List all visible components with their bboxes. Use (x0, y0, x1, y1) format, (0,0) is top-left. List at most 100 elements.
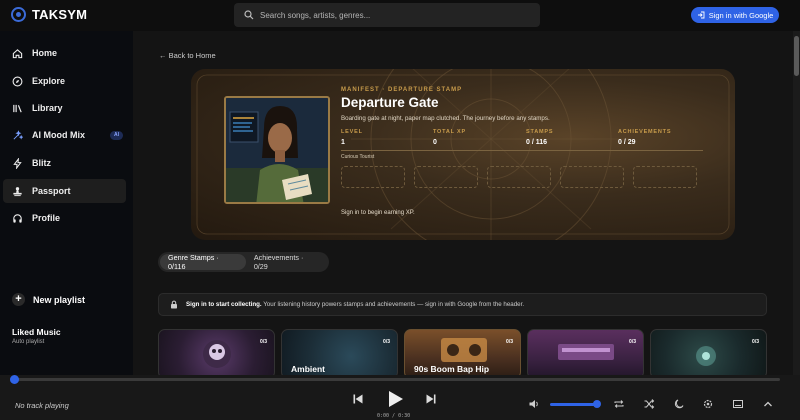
gear-icon (703, 399, 713, 409)
signin-notice: Sign in to start collecting. Your listen… (158, 293, 767, 316)
settings-button[interactable] (702, 398, 714, 410)
stat-level-label: LEVEL (341, 129, 363, 135)
liked-music-title[interactable]: Liked Music (12, 327, 61, 337)
library-icon (13, 104, 22, 112)
genre-card[interactable]: 0/3 (527, 329, 644, 375)
search-bar[interactable] (234, 3, 540, 27)
orb-icon (696, 346, 716, 366)
sidebar-item-label: Explore (32, 76, 66, 86)
sidebar-item-explore[interactable]: Explore (3, 69, 126, 93)
sidebar-item-label: Profile (32, 213, 61, 223)
top-bar: TAKSYM Sign in with Google (0, 0, 800, 31)
volume-icon (529, 400, 538, 408)
stamp-icon (13, 186, 22, 196)
scrollbar-thumb[interactable] (794, 36, 799, 76)
main-scrollbar[interactable] (793, 31, 800, 375)
next-button[interactable] (425, 393, 437, 405)
rank-label: Curious Tourist (341, 154, 375, 160)
sparkle-icon (13, 129, 23, 139)
repeat-icon (614, 400, 624, 408)
home-icon (12, 48, 23, 58)
banner-title: Departure Gate (341, 95, 439, 110)
app-name: TAKSYM (32, 7, 88, 22)
xp-progress-bar (341, 150, 703, 151)
sidebar-item-passport[interactable]: Passport (3, 179, 126, 203)
sidebar-item-home[interactable]: Home (3, 41, 126, 65)
previous-button[interactable] (352, 393, 364, 405)
chevron-up-icon (764, 401, 772, 407)
stamp-slot (341, 166, 405, 188)
card-count: 0/3 (383, 339, 390, 345)
stamp-slot (560, 166, 624, 188)
stat-achievements-label: ACHIEVEMENTS (618, 129, 672, 135)
stat-level-value: 1 (341, 139, 345, 146)
sleep-timer-button[interactable] (673, 398, 685, 410)
main-content: ← Back to Home MANIFEST · DEPARTURE STAM… (133, 31, 793, 375)
genre-card[interactable]: 0/3 (650, 329, 767, 375)
stamp-slot (414, 166, 478, 188)
genre-card[interactable]: 0/3 Ambient (281, 329, 398, 375)
banner-subtitle: Boarding gate at night, paper map clutch… (341, 115, 550, 122)
stat-xp-value: 0 (433, 139, 437, 146)
skip-next-icon (426, 394, 436, 404)
miniplayer-button[interactable] (732, 398, 744, 410)
card-label: 90s Boom Bap Hip (414, 364, 490, 374)
moon-icon (674, 399, 684, 409)
passport-tabs: Genre Stamps · 0/116 Achievements · 0/29 (158, 252, 329, 272)
sidebar-item-label: Blitz (32, 158, 51, 168)
stamp-slot (633, 166, 697, 188)
sidebar-item-library[interactable]: Library (3, 96, 126, 120)
volume-button[interactable] (528, 398, 540, 410)
stat-xp-label: TOTAL XP (433, 129, 466, 135)
stat-achievements-value: 0 / 29 (618, 139, 636, 146)
passport-banner: MANIFEST · DEPARTURE STAMP Departure Gat… (191, 69, 735, 240)
tab-genre-stamps[interactable]: Genre Stamps · 0/116 (160, 253, 246, 271)
stamp-slot (487, 166, 551, 188)
screen-icon (733, 400, 743, 408)
liked-music-subtitle: Auto playlist (12, 339, 45, 345)
play-icon (389, 391, 403, 407)
card-count: 0/3 (752, 339, 759, 345)
new-playlist-button[interactable]: + New playlist (12, 293, 85, 306)
ai-badge: AI (110, 130, 123, 140)
genre-card[interactable]: 0/3 (158, 329, 275, 375)
notice-text: Sign in to start collecting. Your listen… (186, 301, 524, 308)
app-logo[interactable]: TAKSYM (11, 7, 87, 22)
now-playing-label: No track playing (15, 401, 69, 410)
lock-icon (171, 300, 177, 309)
playback-progress-bar[interactable] (14, 378, 780, 381)
logo-icon (11, 7, 26, 22)
search-icon (244, 10, 254, 20)
genre-card[interactable]: 0/3 90s Boom Bap Hip (404, 329, 521, 375)
skip-previous-icon (353, 394, 363, 404)
back-to-home-link[interactable]: ← Back to Home (159, 51, 216, 60)
new-playlist-label: New playlist (33, 294, 86, 305)
expand-button[interactable] (762, 398, 774, 410)
sidebar-item-ai-mood-mix[interactable]: AI Mood Mix AI (3, 123, 126, 147)
card-count: 0/3 (260, 339, 267, 345)
search-input[interactable] (260, 10, 520, 20)
sidebar-item-label: Library (32, 103, 63, 113)
sidebar-item-label: Home (32, 48, 58, 58)
notice-body: Your listening history powers stamps and… (263, 301, 525, 308)
card-count: 0/3 (506, 339, 513, 345)
login-icon (697, 11, 705, 19)
repeat-button[interactable] (613, 398, 625, 410)
shuffle-icon (644, 399, 655, 409)
volume-slider[interactable] (550, 403, 598, 406)
volume-knob[interactable] (593, 400, 601, 408)
player-bar: No track playing 0:00 / 0:30 (0, 375, 800, 420)
playback-progress-knob[interactable] (10, 375, 19, 384)
play-button[interactable] (385, 389, 405, 409)
shuffle-button[interactable] (643, 398, 655, 410)
stat-stamps-value: 0 / 116 (526, 139, 548, 146)
headphones-icon (13, 213, 22, 223)
card-count: 0/3 (629, 339, 636, 345)
sidebar-item-blitz[interactable]: Blitz (3, 151, 126, 175)
bolt-icon (13, 157, 22, 169)
banner-kicker: MANIFEST · DEPARTURE STAMP (341, 87, 463, 93)
sidebar-item-profile[interactable]: Profile (3, 206, 126, 230)
skull-icon (203, 340, 231, 368)
signin-button[interactable]: Sign in with Google (691, 7, 779, 23)
tab-achievements[interactable]: Achievements · 0/29 (246, 253, 327, 271)
